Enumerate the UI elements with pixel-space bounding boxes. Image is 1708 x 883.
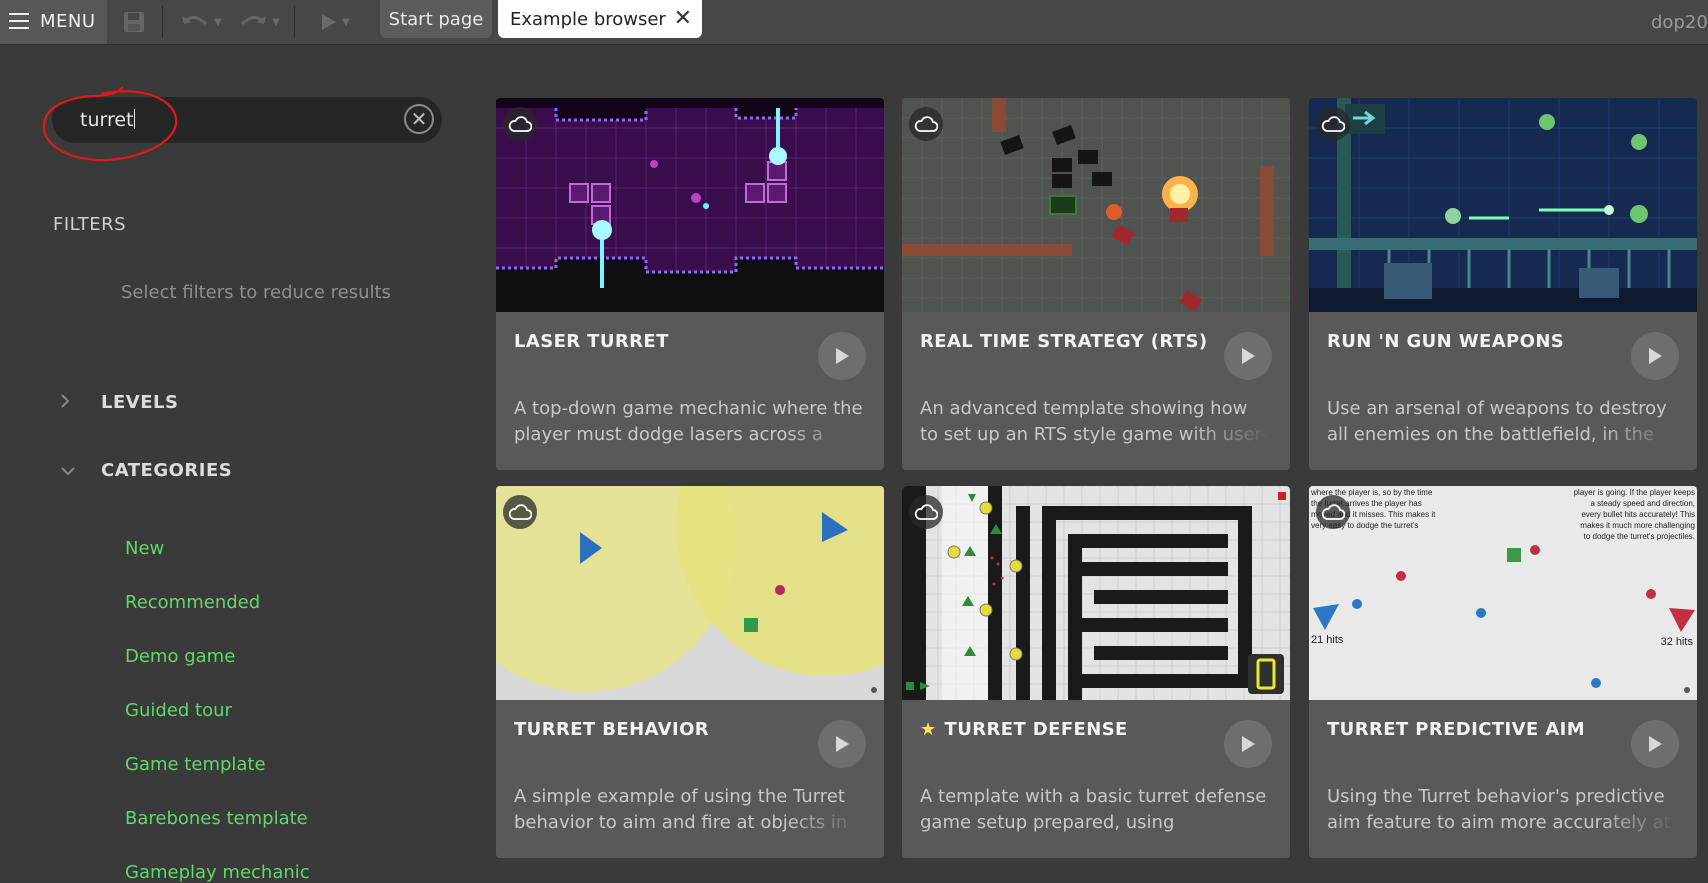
- filter-group-label: CATEGORIES: [101, 460, 233, 481]
- card-title: RUN 'N GUN WEAPONS: [1327, 331, 1565, 352]
- example-card-turret-defense[interactable]: ★ TURRET DEFENSE A template with a basic …: [902, 486, 1290, 858]
- menu-label: MENU: [40, 11, 96, 32]
- thumbnail-laser-turret: [496, 98, 884, 312]
- cloud-icon: [503, 495, 537, 529]
- tab-label: Example browser: [510, 8, 666, 30]
- category-demo-game[interactable]: Demo game: [125, 646, 235, 667]
- thumbnail-turret-behavior: [496, 486, 884, 700]
- card-title: ★ TURRET DEFENSE: [920, 719, 1128, 740]
- card-description: An advanced template showing how to set …: [920, 396, 1270, 452]
- example-card-laser-turret[interactable]: LASER TURRET A top-down game mechanic wh…: [496, 98, 884, 470]
- play-icon: [836, 348, 849, 364]
- filter-group-levels[interactable]: LEVELS: [60, 392, 178, 413]
- hits-counter-left: 21 hits: [1311, 634, 1344, 646]
- category-guided-tour[interactable]: Guided tour: [125, 700, 232, 721]
- thumbnail-turret-predictive-aim: where the player is, so by the time the …: [1309, 486, 1697, 700]
- clear-search-icon[interactable]: ✕: [404, 104, 434, 134]
- thumbnail-turret-defense: [902, 486, 1290, 700]
- play-button[interactable]: [818, 332, 866, 380]
- tab-example-browser[interactable]: Example browser ✕: [498, 0, 702, 38]
- play-button[interactable]: [1224, 332, 1272, 380]
- category-recommended[interactable]: Recommended: [125, 592, 260, 613]
- cloud-icon: [909, 107, 943, 141]
- filter-group-label: LEVELS: [101, 392, 179, 413]
- thumbnail-run-n-gun: [1309, 98, 1697, 312]
- hits-counter-right: 32 hits: [1660, 636, 1693, 648]
- example-card-turret-behavior[interactable]: TURRET BEHAVIOR A simple example of usin…: [496, 486, 884, 858]
- cloud-icon: [909, 495, 943, 529]
- save-icon[interactable]: [118, 0, 150, 44]
- menu-button[interactable]: MENU: [0, 0, 107, 44]
- example-card-run-n-gun[interactable]: RUN 'N GUN WEAPONS Use an arsenal of wea…: [1309, 98, 1697, 470]
- play-button[interactable]: [1631, 720, 1679, 768]
- thumbnail-rts: [902, 98, 1290, 312]
- tab-start-page[interactable]: Start page: [380, 0, 492, 38]
- example-card-rts[interactable]: REAL TIME STRATEGY (RTS) An advanced tem…: [902, 98, 1290, 470]
- play-button[interactable]: [1631, 332, 1679, 380]
- chevron-down-icon: [60, 461, 80, 480]
- search-value[interactable]: turret: [80, 109, 135, 131]
- category-barebones-template[interactable]: Barebones template: [125, 808, 308, 829]
- filters-heading: FILTERS: [53, 214, 127, 235]
- example-card-turret-predictive-aim[interactable]: where the player is, so by the time the …: [1309, 486, 1697, 858]
- card-description: A top-down game mechanic where the playe…: [514, 396, 864, 452]
- play-icon: [836, 736, 849, 752]
- card-title: REAL TIME STRATEGY (RTS): [920, 331, 1208, 352]
- card-description: Use an arsenal of weapons to destroy all…: [1327, 396, 1677, 452]
- user-name[interactable]: dop20: [1651, 12, 1708, 33]
- tab-label: Start page: [388, 8, 484, 30]
- card-description: Using the Turret behavior's predictive a…: [1327, 784, 1677, 840]
- chevron-right-icon: [60, 393, 80, 413]
- cloud-icon: [1316, 495, 1350, 529]
- filter-group-categories[interactable]: CATEGORIES: [60, 460, 232, 481]
- play-icon: [1242, 348, 1255, 364]
- filters-hint: Select filters to reduce results: [121, 282, 391, 303]
- preview-play-icon[interactable]: ▼: [312, 0, 358, 44]
- play-icon: [1242, 736, 1255, 752]
- hamburger-icon: [9, 13, 29, 29]
- play-icon: [1649, 348, 1662, 364]
- undo-icon[interactable]: ▼: [176, 0, 226, 44]
- search-input[interactable]: turret ✕: [52, 97, 442, 143]
- card-title: LASER TURRET: [514, 331, 669, 352]
- play-icon: [1649, 736, 1662, 752]
- card-title: TURRET PREDICTIVE AIM: [1327, 719, 1586, 740]
- category-game-template[interactable]: Game template: [125, 754, 266, 775]
- play-button[interactable]: [1224, 720, 1272, 768]
- card-description: A template with a basic turret defense g…: [920, 784, 1270, 840]
- card-title: TURRET BEHAVIOR: [514, 719, 710, 740]
- cloud-icon: [1316, 107, 1350, 141]
- category-new[interactable]: New: [125, 538, 164, 559]
- toolbar-separator: [162, 6, 163, 38]
- star-icon: ★: [920, 719, 937, 740]
- play-button[interactable]: [818, 720, 866, 768]
- redo-icon[interactable]: ▼: [234, 0, 284, 44]
- close-icon[interactable]: ✕: [674, 6, 692, 31]
- toolbar-separator: [294, 6, 295, 38]
- predictive-note-right: player is going. If the player keeps a s…: [1573, 488, 1695, 541]
- top-toolbar: MENU ▼ ▼ ▼ Start page Example browser ✕ …: [0, 0, 1708, 45]
- card-description: A simple example of using the Turret beh…: [514, 784, 864, 840]
- cloud-icon: [503, 107, 537, 141]
